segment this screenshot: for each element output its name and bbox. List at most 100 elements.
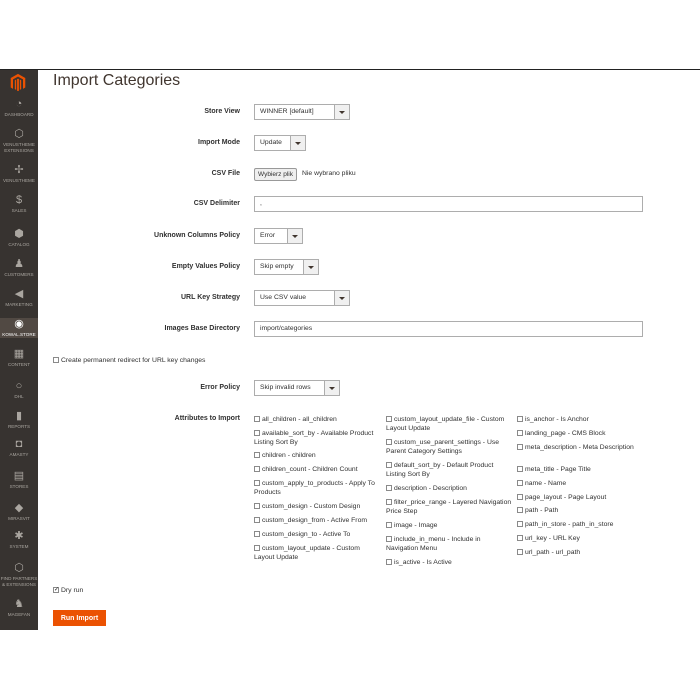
attribute-checkbox[interactable]	[254, 503, 260, 509]
attribute-checkbox[interactable]	[254, 416, 260, 422]
attribute-checkbox[interactable]	[254, 480, 260, 486]
attribute-option[interactable]: filter_price_range - Layered Navigation …	[386, 498, 514, 516]
attribute-checkbox[interactable]	[386, 485, 392, 491]
sidebar-item-catalog[interactable]: ⬢ CATALOG	[0, 228, 38, 248]
sidebar-item-label: SALES	[11, 208, 27, 213]
sidebar-item-venustheme-extensions[interactable]: ⬡ VENUSTHEME EXTENSIONS	[0, 128, 38, 153]
attribute-checkbox[interactable]	[254, 517, 260, 523]
sidebar-item-label: CATALOG	[8, 242, 30, 247]
attribute-checkbox[interactable]	[517, 521, 523, 527]
attribute-option[interactable]: custom_apply_to_products - Apply To Prod…	[254, 479, 382, 497]
sidebar-item-marketing[interactable]: ◀ MARKETING	[0, 288, 38, 308]
csv-delimiter-input[interactable]: ,	[254, 196, 643, 212]
sidebar-item-venustheme[interactable]: ✢ VENUSTHEME	[0, 164, 38, 184]
amasty-icon: ◘	[15, 438, 23, 450]
attribute-label: default_sort_by - Default Product Listin…	[386, 462, 494, 479]
run-import-button[interactable]: Run Import	[53, 610, 106, 626]
attribute-option[interactable]: description - Description	[386, 484, 514, 493]
attribute-checkbox[interactable]	[386, 559, 392, 565]
attribute-checkbox[interactable]	[517, 480, 523, 486]
images-base-dir-input[interactable]: import/categories	[254, 321, 643, 337]
attribute-option[interactable]: custom_design - Custom Design	[254, 502, 382, 511]
sidebar-item-find-partners-extensions[interactable]: ⬡ FIND PARTNERS & EXTENSIONS	[0, 562, 38, 587]
attribute-label: is_anchor - Is Anchor	[525, 416, 589, 423]
attribute-checkbox[interactable]	[517, 535, 523, 541]
sidebar-item-label: SYSTEM	[9, 544, 29, 549]
attribute-option[interactable]: meta_title - Page Title	[517, 465, 645, 474]
attribute-option[interactable]: available_sort_by - Available Product Li…	[254, 429, 382, 447]
sidebar-item-label: AMASTY	[9, 452, 29, 457]
choose-file-button[interactable]: Wybierz plik	[254, 168, 297, 181]
attribute-option[interactable]: default_sort_by - Default Product Listin…	[386, 461, 514, 479]
attribute-option[interactable]: path_in_store - path_in_store	[517, 520, 645, 529]
attribute-option[interactable]: page_layout - Page Layout	[517, 493, 645, 502]
attribute-option[interactable]: is_anchor - Is Anchor	[517, 415, 645, 424]
attribute-checkbox[interactable]	[517, 416, 523, 422]
chevron-down-icon	[287, 229, 302, 243]
attribute-option[interactable]: image - Image	[386, 521, 514, 530]
url-key-strategy-select[interactable]: Use CSV value	[254, 290, 350, 306]
error-policy-select[interactable]: Skip invalid rows	[254, 380, 340, 396]
dry-run-checkbox[interactable]	[53, 587, 59, 593]
attribute-option[interactable]: landing_page - CMS Block	[517, 429, 645, 438]
attribute-option[interactable]: custom_use_parent_settings - Use Parent …	[386, 438, 514, 456]
sidebar-item-amasty[interactable]: ◘ AMASTY	[0, 438, 38, 458]
dry-run-option[interactable]: Dry run	[53, 586, 83, 595]
sidebar-item-sales[interactable]: $ SALES	[0, 194, 38, 214]
sidebar-item-label: MIRASVIT	[8, 516, 30, 521]
sidebar-item-stores[interactable]: ▤ STORES	[0, 470, 38, 490]
attribute-label: page_layout - Page Layout	[525, 494, 607, 501]
attribute-option[interactable]: custom_layout_update - Custom Layout Upd…	[254, 544, 382, 562]
attribute-checkbox[interactable]	[254, 466, 260, 472]
attribute-checkbox[interactable]	[517, 494, 523, 500]
sidebar-item-kowal-store[interactable]: ◉ KOWAL.STORE	[0, 318, 38, 338]
attribute-option[interactable]: is_active - Is Active	[386, 558, 514, 567]
import-mode-select[interactable]: Update	[254, 135, 306, 151]
attribute-checkbox[interactable]	[254, 545, 260, 551]
attribute-option[interactable]: meta_description - Meta Description	[517, 443, 645, 452]
attribute-option[interactable]: include_in_menu - Include in Navigation …	[386, 535, 514, 553]
attribute-checkbox[interactable]	[517, 549, 523, 555]
attribute-checkbox[interactable]	[386, 439, 392, 445]
attribute-option[interactable]: custom_design_from - Active From	[254, 516, 382, 525]
create-redirect-checkbox[interactable]	[53, 357, 59, 363]
attribute-option[interactable]: children - children	[254, 451, 382, 460]
magento-logo-icon[interactable]	[8, 73, 28, 93]
sidebar-item-dhl[interactable]: ○ DHL	[0, 380, 38, 400]
attribute-checkbox[interactable]	[386, 522, 392, 528]
attribute-option[interactable]: custom_design_to - Active To	[254, 530, 382, 539]
attribute-option[interactable]: custom_layout_update_file - Custom Layou…	[386, 415, 514, 433]
attribute-checkbox[interactable]	[386, 536, 392, 542]
attribute-option[interactable]: all_children - all_children	[254, 415, 382, 424]
attribute-checkbox[interactable]	[254, 452, 260, 458]
create-redirect-option[interactable]: Create permanent redirect for URL key ch…	[53, 356, 205, 365]
sidebar-item-customers[interactable]: ♟ CUSTOMERS	[0, 258, 38, 278]
attribute-checkbox[interactable]	[254, 430, 260, 436]
sidebar-item-mirasvit[interactable]: ◆ MIRASVIT	[0, 502, 38, 522]
attribute-checkbox[interactable]	[386, 462, 392, 468]
sidebar-item-system[interactable]: ✱ SYSTEM	[0, 530, 38, 550]
attribute-checkbox[interactable]	[517, 466, 523, 472]
sidebar-item-content[interactable]: ▦ CONTENT	[0, 348, 38, 368]
attribute-checkbox[interactable]	[517, 444, 523, 450]
attribute-checkbox[interactable]	[254, 531, 260, 537]
attribute-option[interactable]: url_key - URL Key	[517, 534, 645, 543]
attribute-option[interactable]: path - Path	[517, 506, 645, 515]
attribute-label: custom_use_parent_settings - Use Parent …	[386, 439, 500, 456]
attribute-label: meta_description - Meta Description	[525, 444, 634, 451]
sidebar-item-dashboard[interactable]: ◔ DASHBOARD	[0, 98, 38, 118]
sidebar-item-magefan[interactable]: ♞ MAGEFAN	[0, 598, 38, 618]
attribute-option[interactable]: url_path - url_path	[517, 548, 645, 557]
sidebar-item-reports[interactable]: ▮ REPORTS	[0, 410, 38, 430]
empty-values-label: Empty Values Policy	[171, 263, 240, 270]
url-key-strategy-value: Use CSV value	[260, 294, 307, 301]
empty-values-select[interactable]: Skip empty	[254, 259, 319, 275]
attribute-checkbox[interactable]	[386, 416, 392, 422]
store-view-select[interactable]: WINNER [default]	[254, 104, 350, 120]
attribute-option[interactable]: children_count - Children Count	[254, 465, 382, 474]
attribute-checkbox[interactable]	[386, 499, 392, 505]
attribute-checkbox[interactable]	[517, 507, 523, 513]
unknown-columns-select[interactable]: Error	[254, 228, 303, 244]
attribute-checkbox[interactable]	[517, 430, 523, 436]
attribute-option[interactable]: name - Name	[517, 479, 645, 488]
